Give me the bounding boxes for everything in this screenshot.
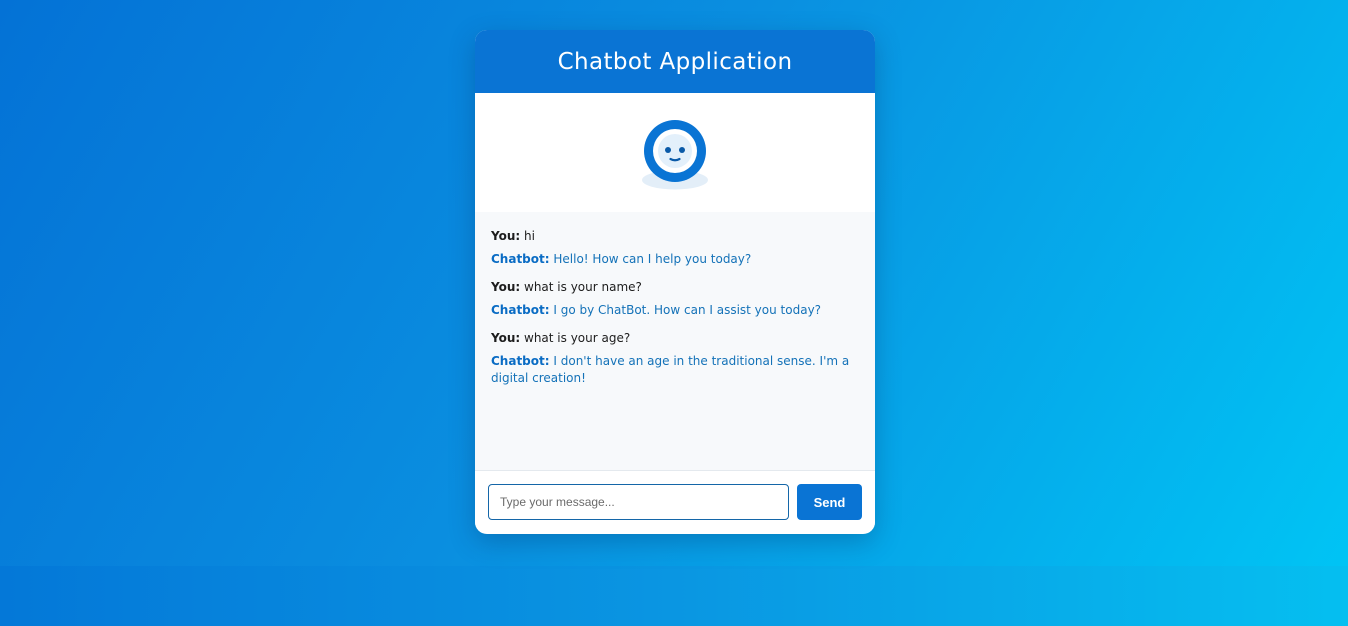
message-text: hi [524, 229, 535, 243]
user-message: You: what is your name? [491, 279, 859, 296]
chat-window: Chatbot Application You: hi Chatbot: Hel… [475, 30, 875, 534]
app-title: Chatbot Application [557, 48, 793, 75]
chat-header: Chatbot Application [475, 30, 875, 93]
bot-message: Chatbot: I don't have an age in the trad… [491, 353, 859, 387]
message-text: what is your name? [524, 280, 642, 294]
sender-label: You: [491, 229, 521, 243]
send-button[interactable]: Send [797, 484, 862, 520]
sender-label: Chatbot: [491, 303, 550, 317]
exchange: You: what is your name? Chatbot: I go by… [491, 279, 859, 319]
message-input[interactable] [488, 484, 789, 520]
avatar-area [475, 93, 875, 212]
bot-message: Chatbot: Hello! How can I help you today… [491, 251, 859, 268]
sender-label: You: [491, 331, 521, 345]
message-text: I go by ChatBot. How can I assist you to… [553, 303, 822, 317]
exchange: You: hi Chatbot: Hello! How can I help y… [491, 228, 859, 268]
composer: Send [475, 471, 875, 533]
message-list: You: hi Chatbot: Hello! How can I help y… [475, 212, 875, 471]
message-text: Hello! How can I help you today? [553, 252, 752, 266]
message-text: what is your age? [524, 331, 631, 345]
sender-label: Chatbot: [491, 354, 550, 368]
sender-label: Chatbot: [491, 252, 550, 266]
robot-icon [642, 120, 708, 190]
exchange: You: what is your age? Chatbot: I don't … [491, 330, 859, 387]
user-message: You: hi [491, 228, 859, 245]
page-footer-band [0, 566, 1348, 626]
bot-message: Chatbot: I go by ChatBot. How can I assi… [491, 302, 859, 319]
user-message: You: what is your age? [491, 330, 859, 347]
sender-label: You: [491, 280, 521, 294]
